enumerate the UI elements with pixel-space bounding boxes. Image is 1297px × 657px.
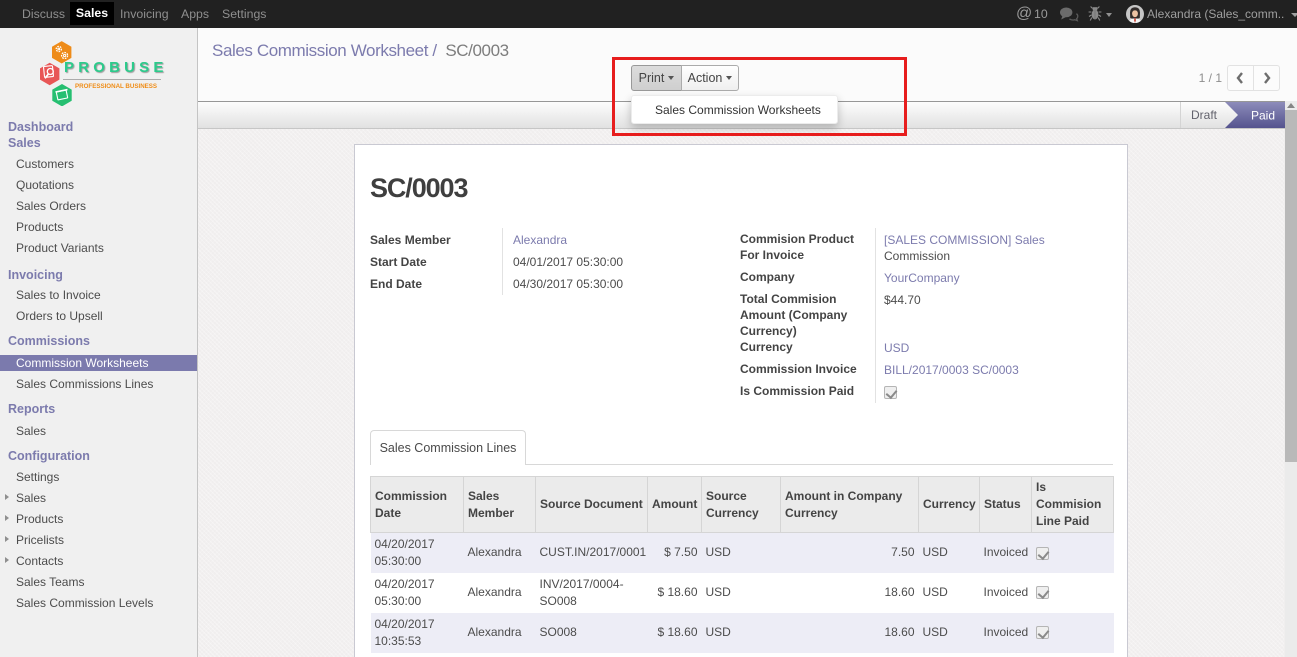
svg-text:Paid: Paid: [1251, 109, 1275, 123]
